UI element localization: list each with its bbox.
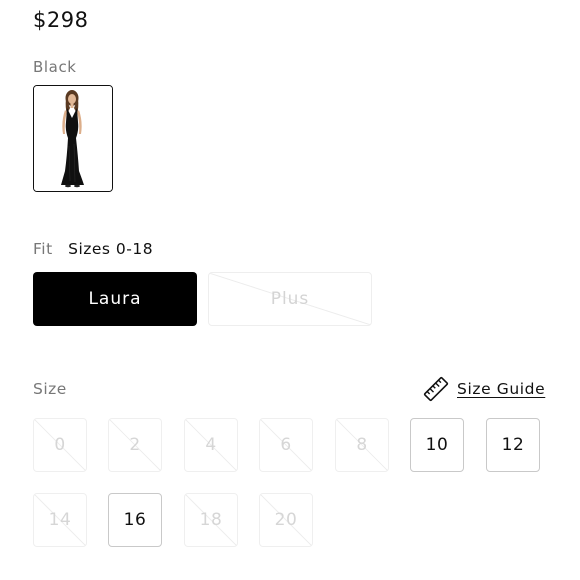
fit-option-label: Laura [88, 289, 142, 309]
size-option[interactable]: 18 [184, 493, 238, 547]
size-option-label: 14 [48, 510, 72, 530]
size-option[interactable]: 20 [259, 493, 313, 547]
size-guide-label: Size Guide [457, 380, 546, 398]
size-option[interactable]: 4 [184, 418, 238, 472]
size-option-label: 10 [425, 435, 449, 455]
fit-label: Fit [33, 240, 53, 258]
size-option-label: 0 [54, 435, 66, 455]
size-option-label: 2 [129, 435, 141, 455]
size-option-label: 12 [501, 435, 525, 455]
size-option[interactable]: 0 [33, 418, 87, 472]
size-option-label: 18 [199, 510, 223, 530]
size-label: Size [33, 380, 67, 398]
product-price: $298 [33, 8, 89, 32]
size-option-label: 4 [205, 435, 217, 455]
ruler-icon [423, 376, 449, 402]
size-option-label: 20 [274, 510, 298, 530]
color-name-label: Black [33, 58, 77, 76]
size-option[interactable]: 14 [33, 493, 87, 547]
color-swatch-black[interactable] [33, 85, 113, 192]
size-option[interactable]: 6 [259, 418, 313, 472]
size-option[interactable]: 2 [108, 418, 162, 472]
size-option[interactable]: 8 [335, 418, 389, 472]
fit-row: Fit Sizes 0-18 [33, 240, 153, 258]
size-guide-link[interactable]: Size Guide [423, 376, 545, 402]
black-gown-swatch [34, 86, 112, 191]
size-option-label: 6 [280, 435, 292, 455]
fit-option-laura[interactable]: Laura [33, 272, 197, 326]
fit-option-plus[interactable]: Plus [208, 272, 372, 326]
size-option-label: 8 [356, 435, 368, 455]
size-option[interactable]: 10 [410, 418, 464, 472]
fit-option-label: Plus [270, 289, 310, 309]
size-option[interactable]: 16 [108, 493, 162, 547]
size-option[interactable]: 12 [486, 418, 540, 472]
fit-value: Sizes 0-18 [68, 240, 154, 258]
size-option-label: 16 [123, 510, 147, 530]
